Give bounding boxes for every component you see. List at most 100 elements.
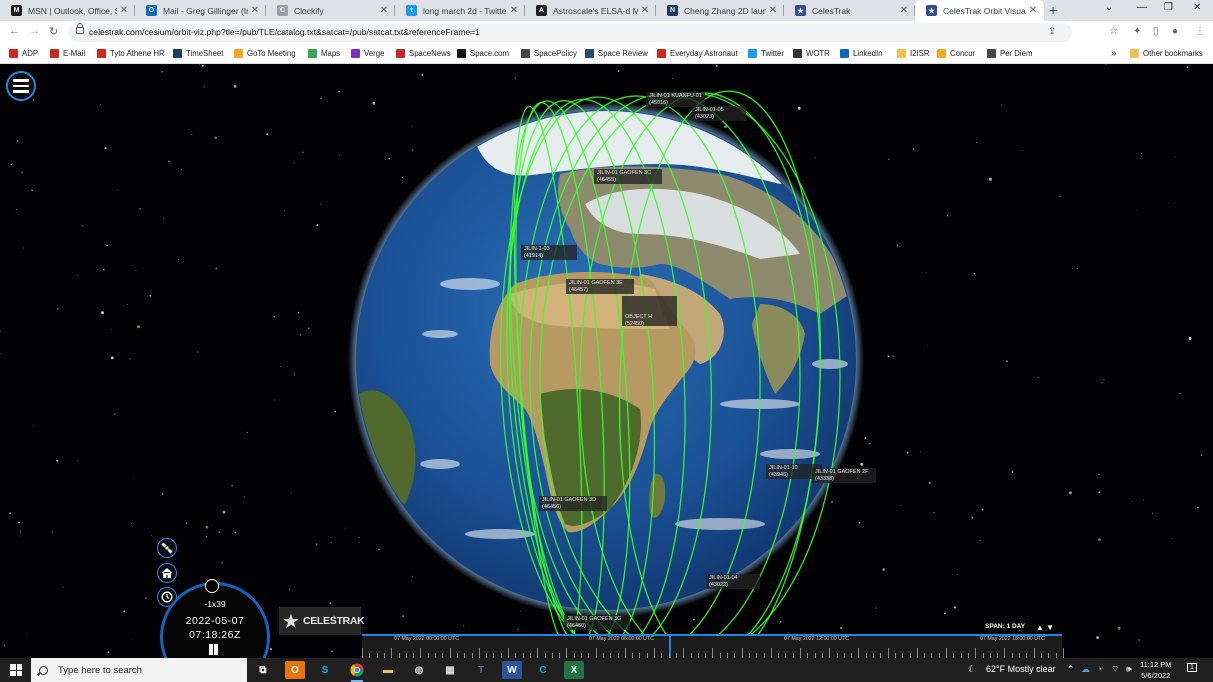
onedrive-icon[interactable]: ☁ [1081, 664, 1090, 675]
close-tab-icon[interactable]: ✕ [1026, 5, 1040, 16]
browser-tab[interactable]: O Mail - Greg Gillinger (Integ✕ [135, 0, 266, 21]
satellite-label[interactable]: JILIN-01 GAOFEN 2F (43338) [812, 468, 876, 483]
browser-tab[interactable]: N Cheng Zhang 2D launcher✕ [656, 0, 784, 21]
bookmark-item[interactable]: Twitter [748, 47, 784, 60]
satellite-label[interactable]: JILIN-01-05 (43023) [692, 106, 746, 121]
other-bookmarks-folder[interactable]: Other bookmarks [1130, 47, 1203, 60]
bookmark-item[interactable]: TimeSheet [173, 47, 223, 60]
close-window-button[interactable]: ✕ [1193, 2, 1201, 13]
bookmark-item[interactable]: LinkedIn [840, 47, 882, 60]
minimize-button[interactable]: — [1137, 2, 1147, 13]
weather-moon-icon[interactable]: ☾ [968, 664, 976, 675]
bookmark-item[interactable]: Space.com [457, 47, 509, 60]
bookmark-item[interactable]: E-Mail [50, 47, 85, 60]
satellite-label[interactable]: JILIN-01 KUANFU-01 (45016) [646, 92, 705, 107]
star [293, 162, 295, 164]
close-tab-icon[interactable]: ✕ [897, 5, 911, 16]
browser-tab[interactable]: A Astroscale's ELSA-d Missi✕ [525, 0, 656, 21]
bookmark-item[interactable]: Verge [351, 47, 384, 60]
notification-center-button[interactable]: 1 [1187, 663, 1197, 672]
restore-button[interactable]: ❐ [1164, 2, 1173, 13]
share-icon[interactable]: ⇪ [1048, 26, 1056, 37]
satellite-label[interactable]: JILIN-01 GAOFEN 3C (46455) [594, 169, 662, 184]
bookmark-item[interactable]: I2ISR [897, 47, 930, 60]
wifi-icon[interactable]: ⌔ [1111, 664, 1119, 675]
browser-tab[interactable]: ★ CelesTrak Orbit Visualizatio✕ [915, 0, 1044, 21]
chrome-menu-icon[interactable]: ⋮ [1195, 26, 1205, 37]
close-tab-icon[interactable]: ✕ [248, 5, 262, 16]
cesium-orbit-viewer[interactable]: JILIN-01 KUANFU-01 (45016) JILIN-01-05 (43… [0, 64, 1213, 658]
bookmark-item[interactable]: GoTo Meeting [234, 47, 296, 60]
word-app-icon[interactable]: W [502, 661, 522, 679]
address-url[interactable]: celestrak.com/cesium/orbit-viz.php?tle=/… [89, 27, 480, 37]
file-explorer-icon[interactable]: ▬ [378, 661, 398, 679]
lock-icon[interactable] [76, 23, 84, 34]
taskbar-search-box[interactable]: Type here to search [31, 658, 247, 682]
satellite-label[interactable]: JILIN-01 GAOFEN 3E (46457) [566, 279, 634, 294]
new-tab-button[interactable]: + [1049, 2, 1057, 18]
close-tab-icon[interactable]: ✕ [117, 5, 131, 16]
bookmark-item[interactable]: WOTR [793, 47, 830, 60]
network-app-icon[interactable]: ◍ [409, 661, 429, 679]
bookmark-item[interactable]: ADP [9, 47, 38, 60]
satellite-label[interactable]: OBJECT H (52450) [622, 296, 677, 327]
address-bar[interactable]: celestrak.com/cesium/orbit-viz.php?tle=/… [68, 23, 1118, 42]
globe-scene[interactable] [0, 64, 1213, 658]
timeline-tick [595, 648, 597, 658]
system-clock[interactable]: 11:12 PM 5/6/2022 [1140, 659, 1172, 681]
satellite-view-button[interactable] [157, 538, 177, 558]
task-view-icon[interactable]: ⧉ [253, 661, 273, 679]
star [869, 443, 871, 445]
close-tab-icon[interactable]: ✕ [377, 5, 391, 16]
tab-search-chevron-icon[interactable]: ⌄ [1105, 2, 1113, 13]
skype-app-icon[interactable]: S [315, 661, 335, 679]
bookmark-star-icon[interactable]: ☆ [1109, 26, 1118, 37]
more-bookmarks-button[interactable]: » [1111, 47, 1117, 60]
browser-tab[interactable]: ★ CelesTrak ✕ [784, 0, 915, 21]
bookmark-item[interactable]: Everyday Astronaut [657, 47, 738, 60]
reload-button[interactable]: ↻ [49, 25, 58, 38]
bookmark-item[interactable]: Maps [308, 47, 340, 60]
outlook-app-icon[interactable]: O [285, 661, 305, 679]
tray-chevron-icon[interactable]: ⌃ [1067, 664, 1075, 675]
extensions-icon[interactable]: ✦ [1133, 26, 1141, 37]
volume-icon[interactable]: 🕪 [1126, 664, 1132, 675]
pause-icon[interactable] [208, 644, 219, 655]
bookmark-item[interactable]: Tyto Athene HR [97, 47, 165, 60]
satellite-label[interactable]: JILIN-01-04 (43022) [706, 574, 760, 589]
profile-avatar-icon[interactable]: ● [1172, 26, 1178, 37]
zoom-in-arrow-icon[interactable]: ▲ [1036, 623, 1044, 632]
windows-start-icon[interactable] [10, 664, 22, 676]
star [137, 325, 140, 329]
close-tab-icon[interactable]: ✕ [766, 5, 780, 16]
satellite-label[interactable]: JILIN-1-03 (41914) [521, 245, 577, 260]
bookmark-item[interactable]: SpaceNews [396, 47, 451, 60]
weather-text[interactable]: 62°F Mostly clear [986, 664, 1056, 674]
bookmark-item[interactable]: SpacePolicy [521, 47, 577, 60]
home-view-button[interactable] [157, 563, 177, 583]
bookmark-item[interactable]: Per Diem [987, 47, 1033, 60]
shuttle-ring-knob[interactable] [205, 579, 219, 593]
c-app-icon[interactable]: C [533, 661, 553, 679]
hamburger-menu-button[interactable] [6, 71, 36, 101]
network-icon[interactable]: ◔ [1097, 664, 1102, 674]
calculator-icon[interactable]: ▦ [440, 661, 460, 679]
forward-button[interactable]: → [29, 25, 40, 37]
back-button[interactable]: ← [9, 25, 20, 37]
bookmark-item[interactable]: Concur [937, 47, 975, 60]
teams-app-icon[interactable]: T [471, 661, 491, 679]
timeline-bar[interactable]: 07 May 2022 00:00:00 UTC 07 May 2022 06:… [362, 634, 1064, 658]
span-arrows[interactable]: ▲ ▼ [1036, 623, 1054, 632]
close-tab-icon[interactable]: ✕ [638, 5, 652, 16]
browser-tab[interactable]: C Clockify ✕ [266, 0, 395, 21]
bookmark-item[interactable]: Space Review [585, 47, 648, 60]
browser-tab[interactable]: t long march 2d - Twitter Se✕ [395, 0, 525, 21]
excel-app-icon[interactable]: X [564, 661, 584, 679]
satellite-label[interactable]: JILIN-01 GAOFEN 3D (46456) [539, 496, 607, 511]
satellite-label[interactable]: JILIN-01 GAOFEN 3G (46460) [564, 615, 630, 630]
close-tab-icon[interactable]: ✕ [507, 5, 521, 16]
chrome-app-icon[interactable] [347, 661, 367, 682]
browser-tab[interactable]: M MSN | Outlook, Office, Skype✕ [0, 0, 135, 21]
zoom-out-arrow-icon[interactable]: ▼ [1046, 623, 1054, 632]
side-panel-icon[interactable]: ▯ [1153, 26, 1159, 37]
